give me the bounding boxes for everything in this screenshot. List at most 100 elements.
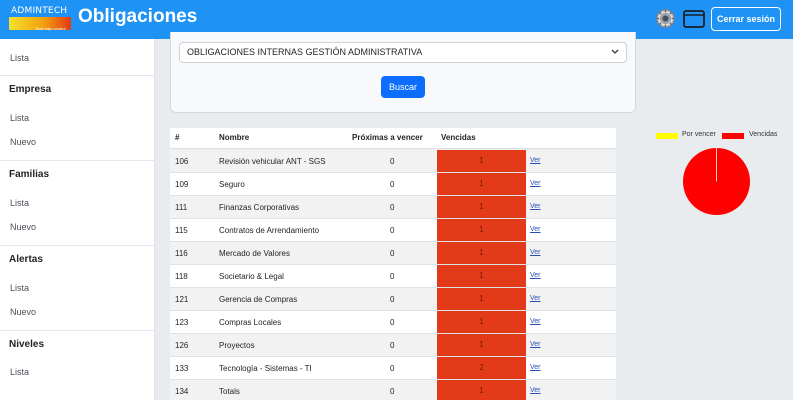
column-header-id: #	[175, 133, 180, 142]
sidebar-item-lista[interactable]: Lista	[10, 53, 29, 63]
cell-nombre: Proyectos	[219, 341, 255, 350]
cell-proximas: 0	[390, 226, 395, 235]
column-header-proximas: Próximas a vencer	[352, 133, 423, 142]
cell-nombre: Mercado de Valores	[219, 249, 290, 258]
sidebar-divider	[0, 245, 155, 246]
cell-id: 118	[175, 272, 188, 281]
table-row: 118 Societario & Legal 0 1 Ver	[170, 265, 616, 288]
cell-proximas: 0	[390, 157, 395, 166]
cell-proximas: 0	[390, 364, 395, 373]
sidebar-item-niveles-lista[interactable]: Lista	[10, 367, 29, 377]
cell-vencidas: 1	[437, 380, 526, 400]
cell-nombre: Tecnología - Sistemas - TI	[219, 364, 312, 373]
sidebar-item-empresa-lista[interactable]: Lista	[10, 113, 29, 123]
cell-vencidas: 1	[437, 242, 526, 264]
sidebar-section-familias: Familias	[9, 169, 50, 180]
sidebar: Lista Empresa Lista Nuevo Familias Lista…	[0, 39, 155, 400]
cell-proximas: 0	[390, 180, 395, 189]
cell-vencidas: 1	[437, 311, 526, 333]
table-row: 134 Totals 0 1 Ver	[170, 380, 616, 400]
sidebar-item-alertas-nuevo[interactable]: Nuevo	[10, 307, 36, 317]
cell-vencidas: 1	[437, 334, 526, 356]
ver-link[interactable]: Ver	[530, 387, 541, 394]
cell-id: 109	[175, 180, 189, 189]
sidebar-divider	[0, 330, 155, 331]
cell-vencidas: 1	[437, 173, 526, 195]
cell-proximas: 0	[390, 295, 395, 304]
cell-nombre: Totals	[219, 387, 240, 396]
legend-label-por-vencer: Por vencer	[682, 131, 716, 138]
ver-link[interactable]: Ver	[530, 364, 541, 371]
ver-link[interactable]: Ver	[530, 341, 541, 348]
cell-vencidas: 1	[437, 265, 526, 287]
chevron-down-icon	[611, 49, 619, 54]
table-row: 133 Tecnología - Sistemas - TI 0 2 Ver	[170, 357, 616, 380]
cell-nombre: Finanzas Corporativas	[219, 203, 300, 212]
obligations-pie-chart	[683, 148, 750, 215]
cell-nombre: Seguro	[219, 180, 245, 189]
table-row: 111 Finanzas Corporativas 0 1 Ver	[170, 196, 616, 219]
cell-proximas: 0	[390, 203, 395, 212]
page-title: Obligaciones	[78, 6, 198, 27]
table-row: 115 Contratos de Arrendamiento 0 1 Ver	[170, 219, 616, 242]
cell-vencidas: 2	[437, 357, 526, 379]
logo-text: ADMINTECH	[11, 6, 68, 16]
logout-button[interactable]: Cerrar sesión	[711, 7, 781, 31]
window-icon[interactable]	[683, 10, 705, 28]
sidebar-divider	[0, 160, 155, 161]
ver-link[interactable]: Ver	[530, 157, 541, 164]
gear-icon[interactable]	[655, 8, 676, 29]
cell-vencidas: 1	[437, 219, 526, 241]
cell-proximas: 0	[390, 318, 395, 327]
cell-id: 121	[175, 295, 189, 304]
legend-swatch-por-vencer	[656, 133, 678, 139]
cell-proximas: 0	[390, 272, 395, 281]
cell-nombre: Societario & Legal	[219, 272, 284, 281]
cell-vencidas: 1	[437, 288, 526, 310]
cell-vencidas: 1	[437, 150, 526, 172]
column-header-vencidas: Vencidas	[441, 133, 476, 142]
table-row: 121 Gerencia de Compras 0 1 Ver	[170, 288, 616, 311]
cell-id: 133	[175, 364, 189, 373]
cell-id: 126	[175, 341, 189, 350]
table-row: 126 Proyectos 0 1 Ver	[170, 334, 616, 357]
cell-nombre: Compras Locales	[219, 318, 282, 327]
cell-nombre: Gerencia de Compras	[219, 295, 298, 304]
ver-link[interactable]: Ver	[530, 180, 541, 187]
ver-link[interactable]: Ver	[530, 295, 541, 302]
ver-link[interactable]: Ver	[530, 272, 541, 279]
sidebar-item-alertas-lista[interactable]: Lista	[10, 283, 29, 293]
cell-proximas: 0	[390, 387, 395, 396]
cell-vencidas: 1	[437, 196, 526, 218]
sidebar-item-empresa-nuevo[interactable]: Nuevo	[10, 137, 36, 147]
cell-proximas: 0	[390, 249, 395, 258]
cell-id: 123	[175, 318, 189, 327]
cell-id: 111	[175, 203, 188, 212]
ver-link[interactable]: Ver	[530, 226, 541, 233]
sidebar-section-empresa: Empresa	[9, 84, 52, 95]
cell-nombre: Revisión vehicular ANT - SGS	[219, 157, 326, 166]
cell-id: 115	[175, 226, 188, 235]
table-row: 106 Revisión vehicular ANT - SGS 0 1 Ver	[170, 150, 616, 173]
cell-id: 134	[175, 387, 189, 396]
admintech-logo[interactable]: ADMINTECH Todo bajo control	[9, 6, 71, 32]
sidebar-item-familias-lista[interactable]: Lista	[10, 198, 29, 208]
search-button[interactable]: Buscar	[381, 76, 425, 98]
cell-nombre: Contratos de Arrendamiento	[219, 226, 320, 235]
column-header-nombre: Nombre	[219, 133, 250, 142]
ver-link[interactable]: Ver	[530, 249, 541, 256]
table-row: 109 Seguro 0 1 Ver	[170, 173, 616, 196]
legend-swatch-vencidas	[722, 133, 744, 139]
cell-id: 116	[175, 249, 188, 258]
ver-link[interactable]: Ver	[530, 203, 541, 210]
logo-subtext: Todo bajo control	[35, 26, 66, 31]
sidebar-item-familias-nuevo[interactable]: Nuevo	[10, 222, 36, 232]
cell-proximas: 0	[390, 341, 395, 350]
sidebar-section-niveles: Niveles	[9, 339, 45, 350]
table-row: 123 Compras Locales 0 1 Ver	[170, 311, 616, 334]
table-row: 116 Mercado de Valores 0 1 Ver	[170, 242, 616, 265]
cell-id: 106	[175, 157, 189, 166]
obligation-type-select[interactable]: OBLIGACIONES INTERNAS GESTIÓN ADMINISTRA…	[179, 42, 627, 63]
sidebar-divider	[0, 75, 155, 76]
ver-link[interactable]: Ver	[530, 318, 541, 325]
